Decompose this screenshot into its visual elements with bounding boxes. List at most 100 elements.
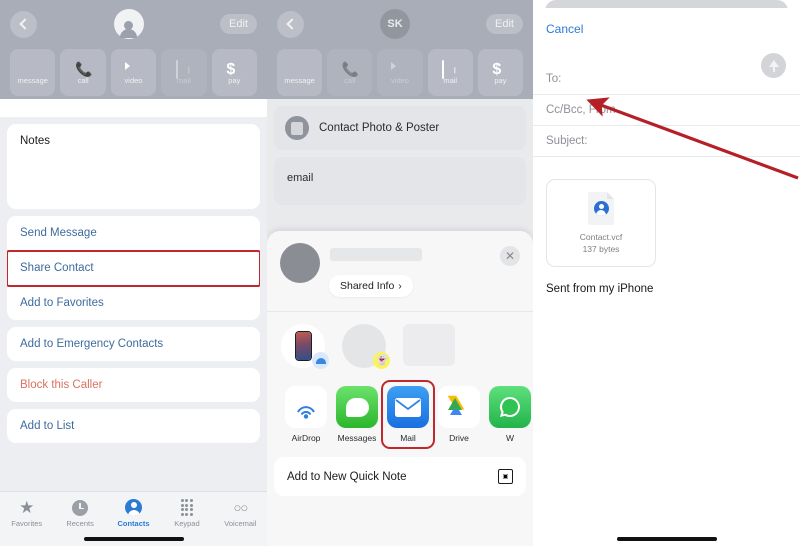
airdrop-icon	[285, 386, 327, 428]
chevron-left-icon	[19, 18, 31, 30]
phone-icon: 📞	[75, 60, 93, 77]
person-icon	[125, 499, 143, 516]
contact-detail-panel: Edit message 📞 call video mail $ pay Not…	[0, 0, 267, 546]
tab-contacts[interactable]: Contacts	[107, 499, 160, 528]
block-caller-row[interactable]: Block this Caller	[7, 368, 260, 402]
add-to-list-row[interactable]: Add to List	[7, 409, 260, 443]
snapchat-ghost-icon: 👻	[373, 352, 390, 369]
edit-button[interactable]: Edit	[486, 14, 523, 34]
video-camera-icon	[392, 61, 408, 73]
share-app-row: AirDrop Messages Mail Drive W	[267, 374, 533, 453]
share-suggestions-row: 👻	[267, 311, 533, 374]
share-sheet-header: ✕ Shared Info ›	[267, 231, 533, 311]
cancel-button[interactable]: Cancel	[533, 8, 800, 36]
back-button[interactable]	[277, 10, 304, 38]
mail-compose-panel: Cancel To: Cc/Bcc, From Subject: Contact…	[533, 0, 800, 546]
share-app-mail[interactable]: Mail	[381, 380, 435, 449]
notes-label: Notes	[20, 135, 51, 147]
share-contact-name-placeholder	[330, 248, 422, 261]
action-video[interactable]: video	[110, 49, 157, 96]
vcf-contact-file-icon	[588, 192, 614, 225]
add-quick-note-label: Add to New Quick Note	[287, 470, 407, 483]
contact-poster-icon	[285, 116, 309, 140]
action-message-label: message	[17, 75, 48, 85]
snapchat-suggestion[interactable]: 👻	[342, 324, 390, 369]
back-button[interactable]	[10, 10, 37, 38]
share-app-drive-label: Drive	[449, 433, 469, 443]
action-call[interactable]: 📞 call	[327, 49, 373, 96]
shared-info-button[interactable]: Shared Info ›	[329, 275, 413, 297]
voicemail-icon: ○○	[233, 500, 248, 515]
share-app-drive[interactable]: Drive	[438, 386, 480, 443]
home-indicator	[616, 537, 717, 541]
add-to-favorites-row[interactable]: Add to Favorites	[7, 286, 260, 320]
tab-recents-label: Recents	[66, 519, 94, 528]
send-message-row[interactable]: Send Message	[7, 216, 260, 251]
to-field[interactable]: To:	[533, 64, 800, 95]
share-contact-avatar	[280, 243, 320, 283]
google-drive-icon	[438, 386, 480, 428]
envelope-icon	[442, 59, 458, 79]
share-app-messages-label: Messages	[337, 433, 377, 443]
add-emergency-contacts-row[interactable]: Add to Emergency Contacts	[7, 327, 260, 361]
share-app-airdrop-label: AirDrop	[291, 433, 321, 443]
screenshot-stage: Edit message 📞 call video mail $ pay Not…	[0, 0, 800, 546]
attachment-filename: Contact.vcf	[579, 232, 623, 242]
message-bubble-icon	[292, 61, 308, 73]
subject-field[interactable]: Subject:	[533, 126, 800, 157]
email-signature: Sent from my iPhone	[546, 283, 654, 295]
whatsapp-icon	[489, 386, 531, 428]
share-app-whatsapp[interactable]: W	[489, 386, 531, 443]
tab-favorites[interactable]: ★ Favorites	[0, 499, 53, 528]
edit-button[interactable]: Edit	[220, 14, 257, 34]
action-video-label: video	[124, 75, 143, 85]
contact-action-row: message 📞 call video mail $ pay	[10, 49, 258, 96]
tab-keypad[interactable]: Keypad	[160, 499, 213, 528]
action-pay[interactable]: $ pay	[211, 49, 258, 96]
contact-photo-poster-label: Contact Photo & Poster	[319, 122, 440, 134]
avatar[interactable]	[113, 9, 144, 39]
phone-icon: 📞	[341, 60, 360, 77]
contact-photo-poster-row[interactable]: Contact Photo & Poster	[274, 106, 526, 150]
email-label: email	[287, 172, 314, 184]
action-video-label: video	[391, 75, 409, 85]
avatar-initials[interactable]: SK	[380, 9, 411, 39]
share-contact-row[interactable]: Share Contact	[7, 250, 260, 287]
action-message[interactable]: message	[277, 49, 323, 96]
placeholder-suggestion[interactable]	[403, 324, 455, 366]
email-field-row[interactable]: email	[274, 157, 526, 205]
action-mail[interactable]: mail	[427, 49, 473, 96]
dollar-icon: $	[492, 60, 502, 78]
share-app-airdrop[interactable]: AirDrop	[285, 386, 327, 443]
action-message[interactable]: message	[10, 49, 56, 96]
contact-header: Edit message 📞 call video mail $ pay	[0, 0, 267, 99]
mail-icon	[387, 386, 429, 428]
close-icon[interactable]: ✕	[500, 246, 520, 266]
ios-share-sheet: ✕ Shared Info › 👻 AirDrop Messages Mail …	[267, 231, 533, 546]
action-message-label: message	[284, 75, 315, 85]
action-mail[interactable]: mail	[161, 49, 207, 96]
tab-favorites-label: Favorites	[11, 519, 43, 528]
person-avatar-icon	[113, 9, 144, 39]
airdrop-suggestion[interactable]	[281, 324, 329, 369]
add-quick-note-row[interactable]: Add to New Quick Note ▣	[274, 457, 526, 496]
tab-voicemail[interactable]: ○○ Voicemail	[214, 499, 267, 528]
tab-keypad-label: Keypad	[174, 519, 200, 528]
notes-card[interactable]: Notes	[7, 124, 260, 209]
shared-info-label: Shared Info	[340, 280, 395, 292]
share-app-whatsapp-label: W	[505, 433, 515, 443]
actions-card-group-1: Send Message Share Contact Add to Favori…	[7, 216, 260, 320]
mail-compose-sheet: Cancel To: Cc/Bcc, From Subject: Contact…	[533, 8, 800, 546]
cc-bcc-from-field[interactable]: Cc/Bcc, From	[533, 95, 800, 126]
action-video[interactable]: video	[377, 49, 423, 96]
share-app-messages[interactable]: Messages	[336, 386, 378, 443]
tab-contacts-label: Contacts	[117, 519, 150, 528]
vcf-attachment[interactable]: Contact.vcf 137 bytes	[546, 179, 656, 267]
action-pay[interactable]: $ pay	[477, 49, 524, 96]
contact-header-row: Edit	[10, 8, 257, 40]
tab-voicemail-label: Voicemail	[224, 519, 257, 528]
send-button[interactable]	[761, 53, 786, 78]
tab-recents[interactable]: Recents	[53, 499, 106, 528]
mid-contact-header: SK Edit message 📞 call video mail $ pay	[267, 0, 533, 99]
action-call[interactable]: 📞 call	[60, 49, 106, 96]
